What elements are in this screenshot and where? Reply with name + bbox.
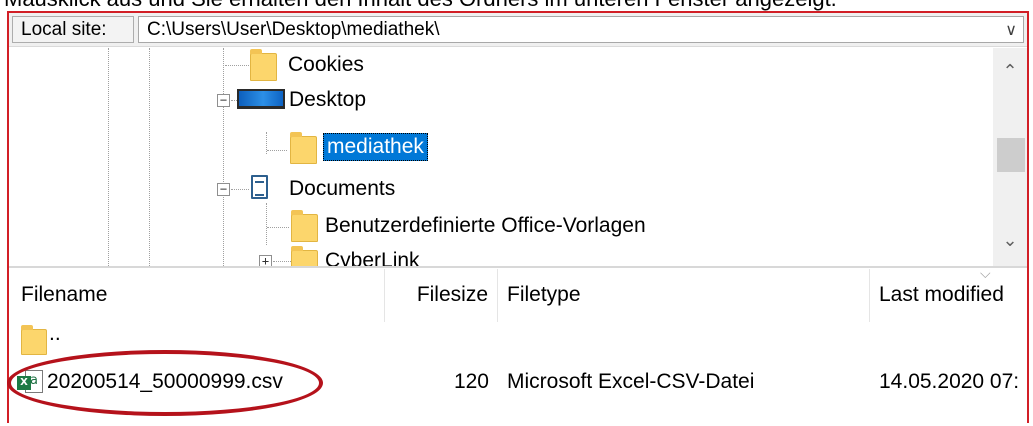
tree-item-mediathek[interactable]: mediathek	[9, 119, 989, 164]
folder-icon	[21, 325, 47, 355]
folder-icon	[250, 49, 277, 81]
column-header-last-modified[interactable]: Last modified	[870, 269, 1027, 322]
local-site-label: Local site:	[12, 16, 134, 43]
tree-item-cookies[interactable]: Cookies	[9, 48, 989, 84]
tree-item-documents[interactable]: − Documents	[9, 156, 989, 200]
file-list: Filename Filesize Filetype Last modified…	[7, 269, 1027, 425]
tree-item-label: CyberLink	[325, 249, 420, 266]
local-site-bar: Local site: C:\Users\User\Desktop\mediat…	[9, 13, 1027, 47]
tree-item-cyberlink[interactable]: + CyberLink	[9, 228, 989, 266]
directory-tree: Cookies − Desktop mediathek − Documents …	[9, 48, 1027, 266]
caption-text: Mausklick aus und Sie erhalten den Inhal…	[4, 0, 837, 11]
caption-strip: Mausklick aus und Sie erhalten den Inhal…	[0, 0, 1033, 11]
tree-item-desktop[interactable]: − Desktop	[9, 83, 989, 119]
chevron-down-icon[interactable]: ∨	[1005, 18, 1017, 43]
folder-icon	[291, 246, 318, 266]
column-header-filetype[interactable]: Filetype	[498, 269, 870, 322]
column-header-filename[interactable]: Filename	[9, 269, 385, 322]
highlight-annotation-ellipse	[7, 350, 323, 416]
local-site-path-input[interactable]: C:\Users\User\Desktop\mediathek\	[147, 17, 440, 42]
file-size: 120	[453, 370, 489, 393]
column-header-filesize[interactable]: Filesize	[385, 269, 498, 322]
file-name: ..	[49, 322, 61, 345]
tree-item-office-vorlagen[interactable]: Benutzerdefinierte Office-Vorlagen	[9, 192, 989, 242]
pane-splitter[interactable]	[9, 266, 1027, 268]
local-site-panel: Local site: C:\Users\User\Desktop\mediat…	[7, 11, 1029, 423]
scroll-up-button[interactable]: ⌃	[993, 55, 1027, 87]
file-last-modified: 14.05.2020 07:	[879, 370, 1020, 393]
tree-item-label: Desktop	[289, 88, 367, 111]
tree-scrollbar[interactable]: ⌃ ⌄	[993, 48, 1027, 266]
expand-icon[interactable]: +	[259, 255, 272, 266]
scroll-down-button[interactable]: ⌄	[993, 224, 1027, 256]
tree-item-label: Cookies	[288, 53, 364, 76]
local-site-path-combobox[interactable]: C:\Users\User\Desktop\mediathek\ ∨	[138, 16, 1024, 43]
desktop-icon	[237, 89, 285, 109]
file-type: Microsoft Excel-CSV-Datei	[507, 370, 755, 393]
scrollbar-thumb[interactable]	[997, 138, 1025, 172]
collapse-icon[interactable]: −	[217, 94, 230, 107]
